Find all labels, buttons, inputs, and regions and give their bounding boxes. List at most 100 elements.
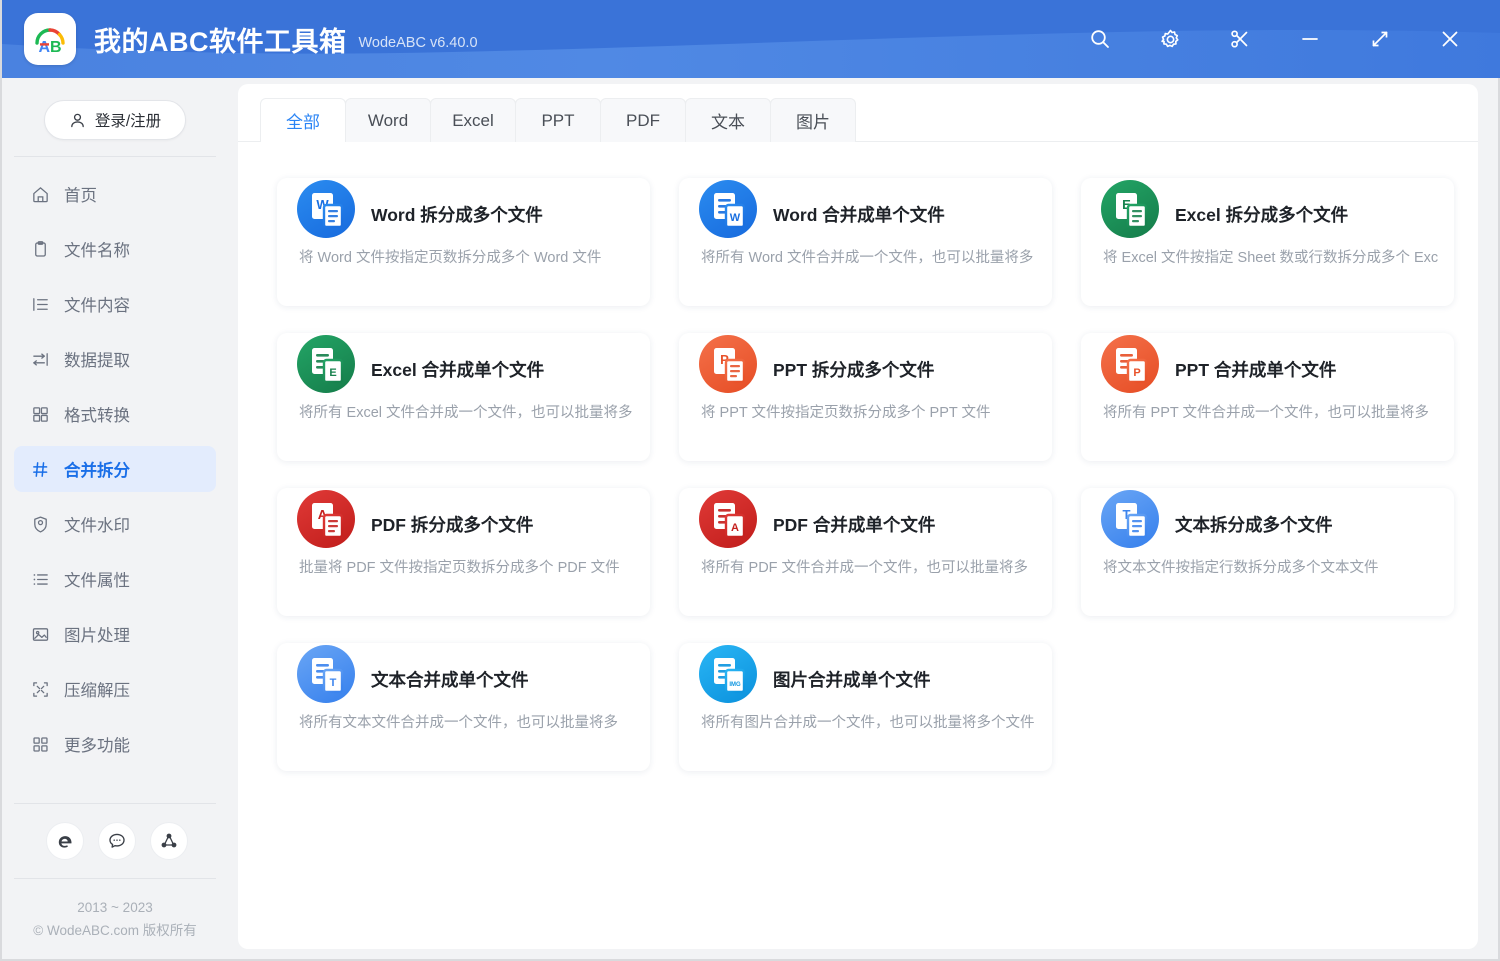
tool-card-icon: W [699, 180, 757, 238]
tool-card[interactable]: A PDF 拆分成多个文件批量将 PDF 文件按指定页数拆分成多个 PDF 文件 [277, 488, 650, 616]
sidebar-item-home[interactable]: 首页 [14, 171, 216, 217]
tool-card-desc: 将所有 PPT 文件合并成一个文件，也可以批量将多 [1081, 401, 1454, 422]
tab-pdf[interactable]: PDF [600, 98, 686, 142]
tool-card[interactable]: W Word 合并成单个文件将所有 Word 文件合并成一个文件，也可以批量将多 [679, 178, 1052, 306]
sidebar-nav: 首页 文件名称 [4, 157, 226, 797]
tool-card[interactable]: W Word 拆分成多个文件将 Word 文件按指定页数拆分成多个 Word 文… [277, 178, 650, 306]
tool-card-desc: 批量将 PDF 文件按指定页数拆分成多个 PDF 文件 [277, 556, 650, 577]
sidebar-item-file-content[interactable]: 文件内容 [14, 281, 216, 327]
tab-label: 文本 [711, 108, 745, 133]
sidebar-item-label: 数据提取 [64, 347, 130, 371]
tool-card-icon: E [297, 335, 355, 393]
tool-card-title: Excel 拆分成多个文件 [1175, 202, 1348, 227]
tool-card[interactable]: T 文本拆分成多个文件将文本文件按指定行数拆分成多个文本文件 [1081, 488, 1454, 616]
scissors-icon [1229, 28, 1251, 50]
window-controls [1072, 0, 1500, 78]
text-split-icon: T [1101, 490, 1159, 548]
sidebar-item-label: 图片处理 [64, 622, 130, 646]
watermark-icon [30, 514, 50, 534]
sidebar-item-watermark[interactable]: 文件水印 [14, 501, 216, 547]
tool-card-head: A PDF 拆分成多个文件 [277, 488, 650, 560]
sidebar-item-format-convert[interactable]: 格式转换 [14, 391, 216, 437]
copyright-text: © WodeABC.com 版权所有 [4, 920, 226, 943]
tool-card-icon: P [699, 335, 757, 393]
sidebar-item-label: 更多功能 [64, 732, 130, 756]
tool-card-title: PDF 合并成单个文件 [773, 512, 935, 537]
edge-browser-icon [55, 831, 75, 851]
sidebar-item-image-process[interactable]: 图片处理 [14, 611, 216, 657]
tab-all[interactable]: 全部 [260, 98, 346, 142]
tab-word[interactable]: Word [345, 98, 431, 142]
sidebar-item-label: 压缩解压 [64, 677, 130, 701]
tab-excel[interactable]: Excel [430, 98, 516, 142]
tool-card-desc: 将所有 Word 文件合并成一个文件，也可以批量将多 [679, 246, 1052, 267]
login-register-label: 登录/注册 [95, 109, 161, 131]
tool-card[interactable]: E Excel 合并成单个文件将所有 Excel 文件合并成一个文件，也可以批量… [277, 333, 650, 461]
tool-card-desc: 将 Word 文件按指定页数拆分成多个 Word 文件 [277, 246, 650, 267]
pdf-merge-icon: A [699, 490, 757, 548]
tool-card[interactable]: A PDF 合并成单个文件将所有 PDF 文件合并成一个文件，也可以批量将多 [679, 488, 1052, 616]
sidebar-item-more-features[interactable]: 更多功能 [14, 721, 216, 767]
tool-card-desc: 将所有图片合并成一个文件，也可以批量将多个文件 [679, 711, 1052, 732]
svg-text:P: P [1133, 367, 1140, 379]
tool-card-head: E Excel 合并成单个文件 [277, 333, 650, 405]
tool-card-title: Excel 合并成单个文件 [371, 357, 544, 382]
app-logo: AB [24, 13, 76, 65]
category-tabs: 全部 Word Excel PPT PDF 文本 图片 [238, 84, 1478, 142]
close-icon [1439, 28, 1461, 50]
tool-card-desc: 将所有文本文件合并成一个文件，也可以批量将多 [277, 711, 650, 732]
maximize-button[interactable] [1352, 11, 1408, 67]
sidebar-item-file-property[interactable]: 文件属性 [14, 556, 216, 602]
minimize-icon [1299, 28, 1321, 50]
tool-card-icon: T [297, 645, 355, 703]
pdf-split-icon: A [297, 490, 355, 548]
tab-label: 图片 [796, 108, 830, 133]
screenshot-button[interactable] [1212, 11, 1268, 67]
search-button[interactable] [1072, 11, 1128, 67]
excel-split-icon: E [1101, 180, 1159, 238]
settings-button[interactable] [1142, 11, 1198, 67]
tool-card[interactable]: P PPT 合并成单个文件将所有 PPT 文件合并成一个文件，也可以批量将多 [1081, 333, 1454, 461]
sidebar-item-label: 文件水印 [64, 512, 130, 536]
svg-text:IMG: IMG [729, 682, 741, 688]
ppt-split-icon: P [699, 335, 757, 393]
format-convert-icon [30, 404, 50, 424]
tool-card-head: T 文本拆分成多个文件 [1081, 488, 1454, 560]
tab-label: 全部 [286, 108, 320, 133]
sidebar-item-data-extract[interactable]: 数据提取 [14, 336, 216, 382]
tab-label: Word [368, 111, 408, 131]
tool-card[interactable]: IMG 图片合并成单个文件将所有图片合并成一个文件，也可以批量将多个文件 [679, 643, 1052, 771]
share-button[interactable] [150, 822, 188, 860]
sidebar-item-compress[interactable]: 压缩解压 [14, 666, 216, 712]
tool-card[interactable]: T 文本合并成单个文件将所有文本文件合并成一个文件，也可以批量将多 [277, 643, 650, 771]
svg-text:W: W [730, 212, 741, 224]
share-network-icon [159, 831, 179, 851]
sidebar-item-file-name[interactable]: 文件名称 [14, 226, 216, 272]
sidebar-item-label: 格式转换 [64, 402, 130, 426]
sidebar-item-label: 首页 [64, 182, 97, 206]
tool-card-desc: 将所有 PDF 文件合并成一个文件，也可以批量将多 [679, 556, 1052, 577]
tool-card[interactable]: E Excel 拆分成多个文件将 Excel 文件按指定 Sheet 数或行数拆… [1081, 178, 1454, 306]
tab-ppt[interactable]: PPT [515, 98, 601, 142]
tool-card-title: Word 合并成单个文件 [773, 202, 945, 227]
tool-card-title: 文本拆分成多个文件 [1175, 512, 1333, 537]
feedback-button[interactable] [98, 822, 136, 860]
close-button[interactable] [1422, 11, 1478, 67]
merge-split-icon [30, 459, 50, 479]
minimize-button[interactable] [1282, 11, 1338, 67]
tool-card-head: P PPT 合并成单个文件 [1081, 333, 1454, 405]
tab-text[interactable]: 文本 [685, 98, 771, 142]
tool-card-icon: W [297, 180, 355, 238]
tool-card-icon: P [1101, 335, 1159, 393]
file-property-icon [30, 569, 50, 589]
tool-card-title: 文本合并成单个文件 [371, 667, 529, 692]
tool-card[interactable]: P PPT 拆分成多个文件将 PPT 文件按指定页数拆分成多个 PPT 文件 [679, 333, 1052, 461]
svg-text:T: T [330, 677, 337, 689]
text-merge-icon: T [297, 645, 355, 703]
svg-text:E: E [329, 367, 336, 379]
tab-image[interactable]: 图片 [770, 98, 856, 142]
tab-label: PDF [626, 111, 660, 131]
sidebar-item-merge-split[interactable]: 合并拆分 [14, 446, 216, 492]
login-register-button[interactable]: 登录/注册 [44, 100, 186, 140]
browser-button[interactable] [46, 822, 84, 860]
